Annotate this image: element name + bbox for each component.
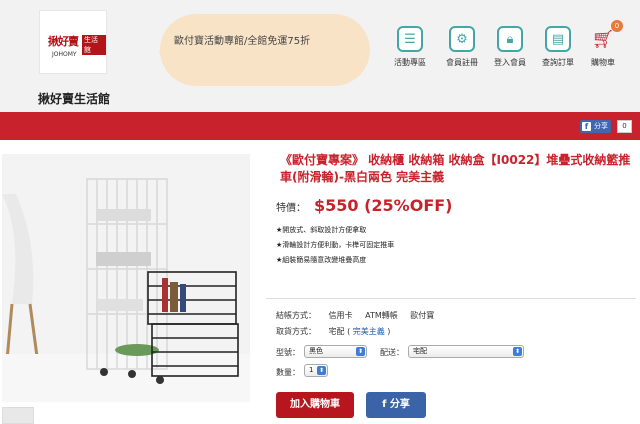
vendor-label: 取貨方式： <box>276 327 316 336</box>
gear-icon: ⚙ <box>449 26 475 52</box>
shipping-select-value: 宅配 <box>413 347 427 355</box>
vendor-row: 取貨方式： 宅配 ( 完美主義 ) <box>276 327 391 336</box>
promo-bubble <box>160 14 370 86</box>
nav-login-label: 登入會員 <box>494 58 526 67</box>
payment-method: ATM轉帳 <box>365 311 398 320</box>
price-row: 特價： $550 (25%OFF) <box>276 196 452 215</box>
vendor-link[interactable]: 完美主義 <box>353 327 385 336</box>
payment-methods-row: 結帳方式： 信用卡 ATM轉帳 歐付寶 <box>276 310 434 321</box>
document-icon: ▤ <box>545 26 571 52</box>
facebook-share-large-button[interactable]: f 分享 <box>366 392 426 418</box>
feature-line: ★開放式、斜取設計方便拿取 <box>276 226 367 234</box>
price-label: 特價： <box>276 203 306 214</box>
product-image[interactable] <box>2 154 250 402</box>
nav-register[interactable]: ⚙ 會員註冊 <box>440 26 484 68</box>
feature-line: ★滑輪設計方便利動，卡榫可固定推車 <box>276 241 395 249</box>
facebook-icon: f <box>582 122 591 131</box>
vendor-name: 宅配 <box>328 327 345 336</box>
facebook-share-button[interactable]: f 分享 <box>580 120 611 133</box>
list-icon: ☰ <box>397 26 423 52</box>
product-thumbnail[interactable] <box>2 407 34 424</box>
section-divider <box>266 298 636 299</box>
promo-text[interactable]: 歐付寶活動專館/全館免運75折 <box>174 32 310 47</box>
add-to-cart-button[interactable]: 加入購物車 <box>276 392 354 418</box>
payment-label: 結帳方式： <box>276 311 316 320</box>
feature-line: ★組裝簡易隨意改變堆疊高度 <box>276 256 367 264</box>
payment-method: 信用卡 <box>328 311 353 320</box>
nav-orders-label: 查詢訂單 <box>542 58 574 67</box>
product-photo-illustration <box>2 154 250 402</box>
nav-cart-label: 購物車 <box>591 58 615 67</box>
model-select-value: 黑色 <box>309 347 323 355</box>
model-select[interactable]: 黑色 ⬍ <box>304 345 367 358</box>
shipping-select[interactable]: 宅配 ⬍ <box>408 345 524 358</box>
cart-count-badge: 0 <box>611 20 623 32</box>
logo-chinese-text: 揪好賣 <box>48 35 79 48</box>
product-title: 《歐付寶專案》 收納櫃 收納箱 收納盒【I0022】堆疊式收納籃推車(附滑輪)-… <box>280 153 631 184</box>
lock-icon: 🔒︎ <box>497 26 523 52</box>
facebook-share-label: 分享 <box>594 122 608 130</box>
price-value: $550 (25%OFF) <box>314 196 453 215</box>
qty-select[interactable]: 1 ⬍ <box>304 364 328 377</box>
chevron-down-icon: ⬍ <box>356 347 365 356</box>
shipping-label: 配送： <box>380 348 404 357</box>
facebook-share-count: 0 <box>617 120 632 133</box>
chevron-down-icon: ⬍ <box>513 347 522 356</box>
red-category-bar <box>0 112 640 140</box>
logo-tag: 生活館 <box>82 35 106 55</box>
qty-label: 數量： <box>276 368 300 377</box>
nav-events-label: 活動專區 <box>394 58 426 67</box>
shop-name: 揪好賣生活館 <box>38 92 111 106</box>
nav-login[interactable]: 🔒︎ 登入會員 <box>488 26 532 68</box>
nav-cart[interactable]: 🛒︎ 0 購物車 <box>581 20 625 68</box>
payment-method: 歐付寶 <box>410 311 435 320</box>
site-header: 揪好賣 生活館 JOHOMY 揪好賣生活館 歐付寶活動專館/全館免運75折 ☰ … <box>0 0 640 112</box>
nav-register-label: 會員註冊 <box>446 58 478 67</box>
nav-orders[interactable]: ▤ 查詢訂單 <box>536 26 580 68</box>
model-label: 型號： <box>276 348 300 357</box>
chevron-down-icon: ⬍ <box>317 366 326 375</box>
logo-english-text: JOHOMY <box>52 51 77 58</box>
qty-select-value: 1 <box>309 366 314 374</box>
site-logo[interactable]: 揪好賣 生活館 JOHOMY <box>39 10 107 74</box>
nav-events[interactable]: ☰ 活動專區 <box>388 26 432 68</box>
